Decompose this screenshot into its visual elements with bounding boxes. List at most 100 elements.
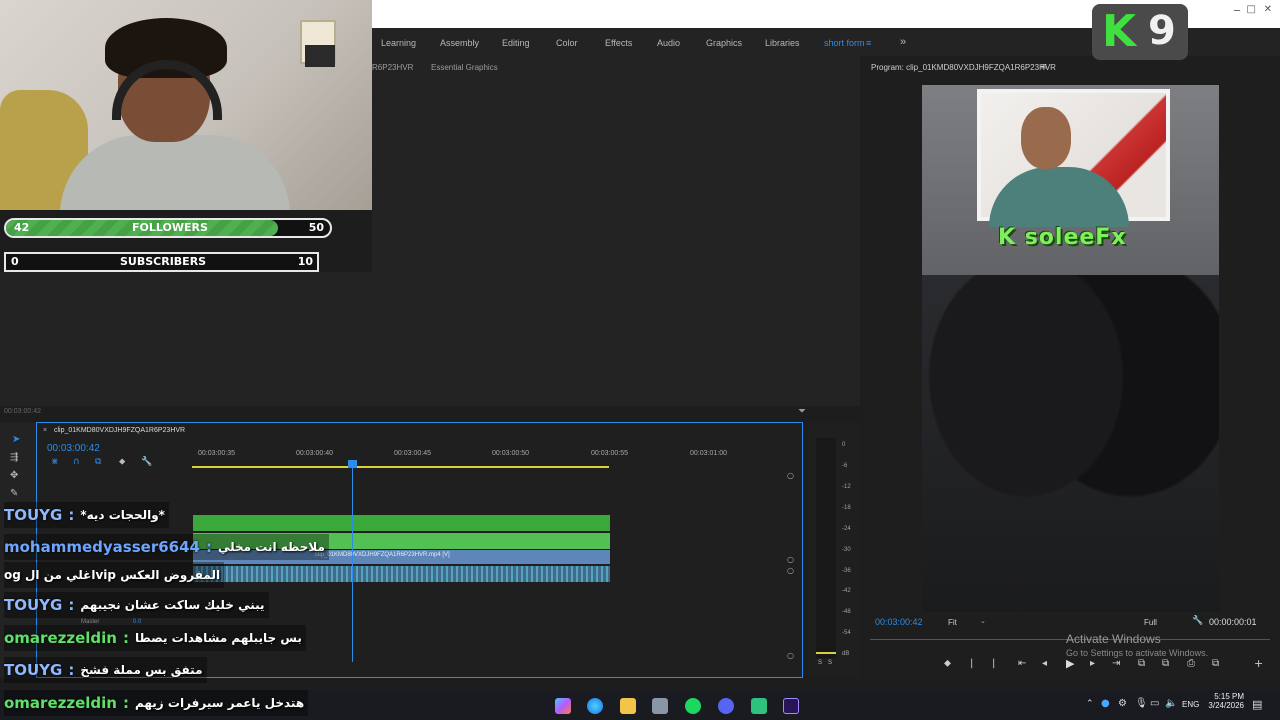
timeline-timecode[interactable]: 00:03:00:42 (47, 443, 100, 454)
subscribers-goal: 10 (297, 255, 313, 268)
extract-icon[interactable]: ⧉ (1162, 658, 1169, 669)
ruler-tick: 00:03:00:35 (198, 450, 235, 457)
system-clock[interactable]: 5:15 PM 3/24/2026 (1208, 692, 1244, 710)
fit-select[interactable]: Fit (948, 618, 957, 627)
program-menu-icon[interactable]: ≡ (1040, 62, 1048, 72)
chat-text: المفروض العكس vipاغلي من ال og (4, 568, 221, 582)
video-clip-v2[interactable] (193, 515, 610, 531)
chat-sep: : (205, 538, 212, 556)
go-to-in-icon[interactable]: ⇤ (1018, 658, 1026, 669)
program-timecode-left[interactable]: 00:03:00:42 (875, 617, 923, 627)
source-tab-partial[interactable]: R6P23HVR (372, 63, 413, 72)
track-select-icon[interactable]: ⇶ (10, 452, 18, 463)
ruler-tick: 00:03:00:55 (591, 450, 628, 457)
lift-icon[interactable]: ⧉ (1138, 658, 1145, 669)
tab-learning[interactable]: Learning (381, 38, 416, 48)
marker-icon[interactable]: ⬥ (944, 658, 951, 669)
db-label: -54 (842, 630, 851, 636)
language-indicator[interactable]: ENG (1182, 700, 1199, 709)
tab-audio[interactable]: Audio (657, 38, 680, 48)
camera-icon[interactable]: ⎙ (1187, 658, 1195, 669)
chat-text: متفق بس مملة فشخ (80, 663, 203, 677)
chat-text: هتدخل ياعمر سيرفرات زيهم (134, 696, 305, 710)
ripple-edit-icon[interactable]: ✥ (10, 470, 18, 481)
razor-tool-icon[interactable]: ✎ (10, 488, 18, 499)
timeline-ruler[interactable]: 00:03:00:35 00:03:00:40 00:03:00:45 00:0… (192, 448, 792, 470)
step-forward-icon[interactable]: ▸ (1090, 658, 1095, 669)
notification-icon[interactable]: ▤ (1252, 698, 1262, 711)
ruler-tick: 00:03:00:40 (296, 450, 333, 457)
chat-text: *والحجات ديه* (80, 508, 165, 522)
essential-graphics-tab[interactable]: Essential Graphics (431, 63, 498, 72)
chat-message: TOUYG : يبني خليك ساكت عشان نجيبهم (4, 592, 269, 618)
microphone-icon[interactable]: 🎙 (1135, 698, 1148, 709)
chevron-down-icon[interactable]: ⌄ (980, 617, 986, 625)
double-chevron-right-icon[interactable]: » (900, 36, 906, 48)
discord-icon[interactable] (718, 698, 734, 714)
tab-libraries[interactable]: Libraries (765, 38, 800, 48)
chat-message: omarezzeldin : هتدخل ياعمر سيرفرات زيهم (4, 690, 309, 716)
source-timecode: 00:03:00:42 (4, 408, 41, 415)
scroll-knob-bottom[interactable]: ○ (787, 651, 794, 660)
playhead-handle[interactable] (348, 460, 357, 468)
mark-in-icon[interactable]: | (970, 658, 973, 669)
tray-app-icon[interactable]: ● (1101, 698, 1110, 709)
chat-user: omarezzeldin (4, 629, 117, 647)
insert-icon[interactable]: ⧉ (95, 457, 101, 467)
store-icon[interactable] (652, 698, 668, 714)
add-button-icon[interactable]: + (1254, 657, 1263, 670)
playhead[interactable] (352, 462, 353, 662)
filter-icon[interactable]: ⏷ (798, 406, 806, 417)
scroll-knob-mid2[interactable]: ○ (787, 566, 794, 575)
tab-graphics[interactable]: Graphics (706, 38, 742, 48)
file-explorer-icon[interactable] (620, 698, 636, 714)
video-facecam (977, 89, 1170, 227)
video-brand-text: K soleeFx (998, 225, 1127, 250)
tab-color[interactable]: Color (556, 38, 578, 48)
go-to-out-icon[interactable]: ⇥ (1112, 658, 1120, 669)
solo-button[interactable]: S (818, 660, 822, 666)
link-icon[interactable]: ∩ (73, 457, 80, 467)
tray-settings-icon[interactable]: ⚙ (1118, 698, 1127, 709)
timeline-close-icon[interactable]: × (43, 427, 47, 434)
close-icon[interactable]: ✕ (1264, 4, 1272, 15)
activate-sub: Go to Settings to activate Windows. (1066, 648, 1209, 658)
tab-assembly[interactable]: Assembly (440, 38, 479, 48)
tray-chevron-icon[interactable]: ⌃ (1086, 699, 1094, 709)
play-icon[interactable]: ▶ (1066, 657, 1074, 670)
maximize-icon[interactable]: □ (1247, 4, 1256, 15)
network-icon[interactable]: ▭ (1150, 698, 1159, 709)
premiere-pro-icon[interactable] (783, 698, 799, 714)
sequence-name[interactable]: clip_01KMD80VXDJH9FZQA1R6P23HVR (54, 427, 185, 434)
tab-editing[interactable]: Editing (502, 38, 530, 48)
solo-button[interactable]: S (828, 660, 832, 666)
db-label: -30 (842, 547, 851, 553)
wrench-icon[interactable]: 🔧 (1192, 616, 1203, 626)
mark-out-icon[interactable]: | (992, 658, 995, 669)
wall-plug (305, 45, 335, 67)
chat-message: mohammedyasser6644 : ملاحظه انت مخلي (4, 534, 329, 560)
chat-text: يبني خليك ساكت عشان نجيبهم (80, 598, 265, 612)
snap-icon[interactable]: ⋇ (51, 457, 59, 467)
db-label: -18 (842, 505, 851, 511)
tab-menu-icon[interactable]: ≡ (866, 38, 871, 48)
volume-icon[interactable]: 🔈 (1165, 698, 1177, 709)
step-back-icon[interactable]: ◂ (1042, 658, 1047, 669)
copilot-icon[interactable] (555, 698, 571, 714)
edge-icon[interactable] (587, 698, 603, 714)
tab-effects[interactable]: Effects (605, 38, 632, 48)
quality-select[interactable]: Full (1144, 618, 1157, 627)
scroll-knob-top[interactable]: ○ (787, 471, 794, 480)
app-icon[interactable] (751, 698, 767, 714)
audio-clip-a1[interactable] (193, 566, 610, 582)
minimize-icon[interactable]: ─ (1234, 6, 1240, 17)
db-label: -12 (842, 484, 851, 490)
spotify-icon[interactable] (685, 698, 701, 714)
timeline-settings-icon[interactable]: 🔧 (141, 457, 152, 467)
add-marker-icon[interactable]: ⬥ (119, 457, 125, 467)
tab-short-form[interactable]: short form (824, 38, 865, 48)
scroll-knob-mid[interactable]: ○ (787, 555, 794, 564)
compare-icon[interactable]: ⧉ (1212, 658, 1219, 669)
work-area-bar[interactable] (192, 466, 609, 468)
selection-tool-icon[interactable]: ➤ (12, 434, 20, 445)
